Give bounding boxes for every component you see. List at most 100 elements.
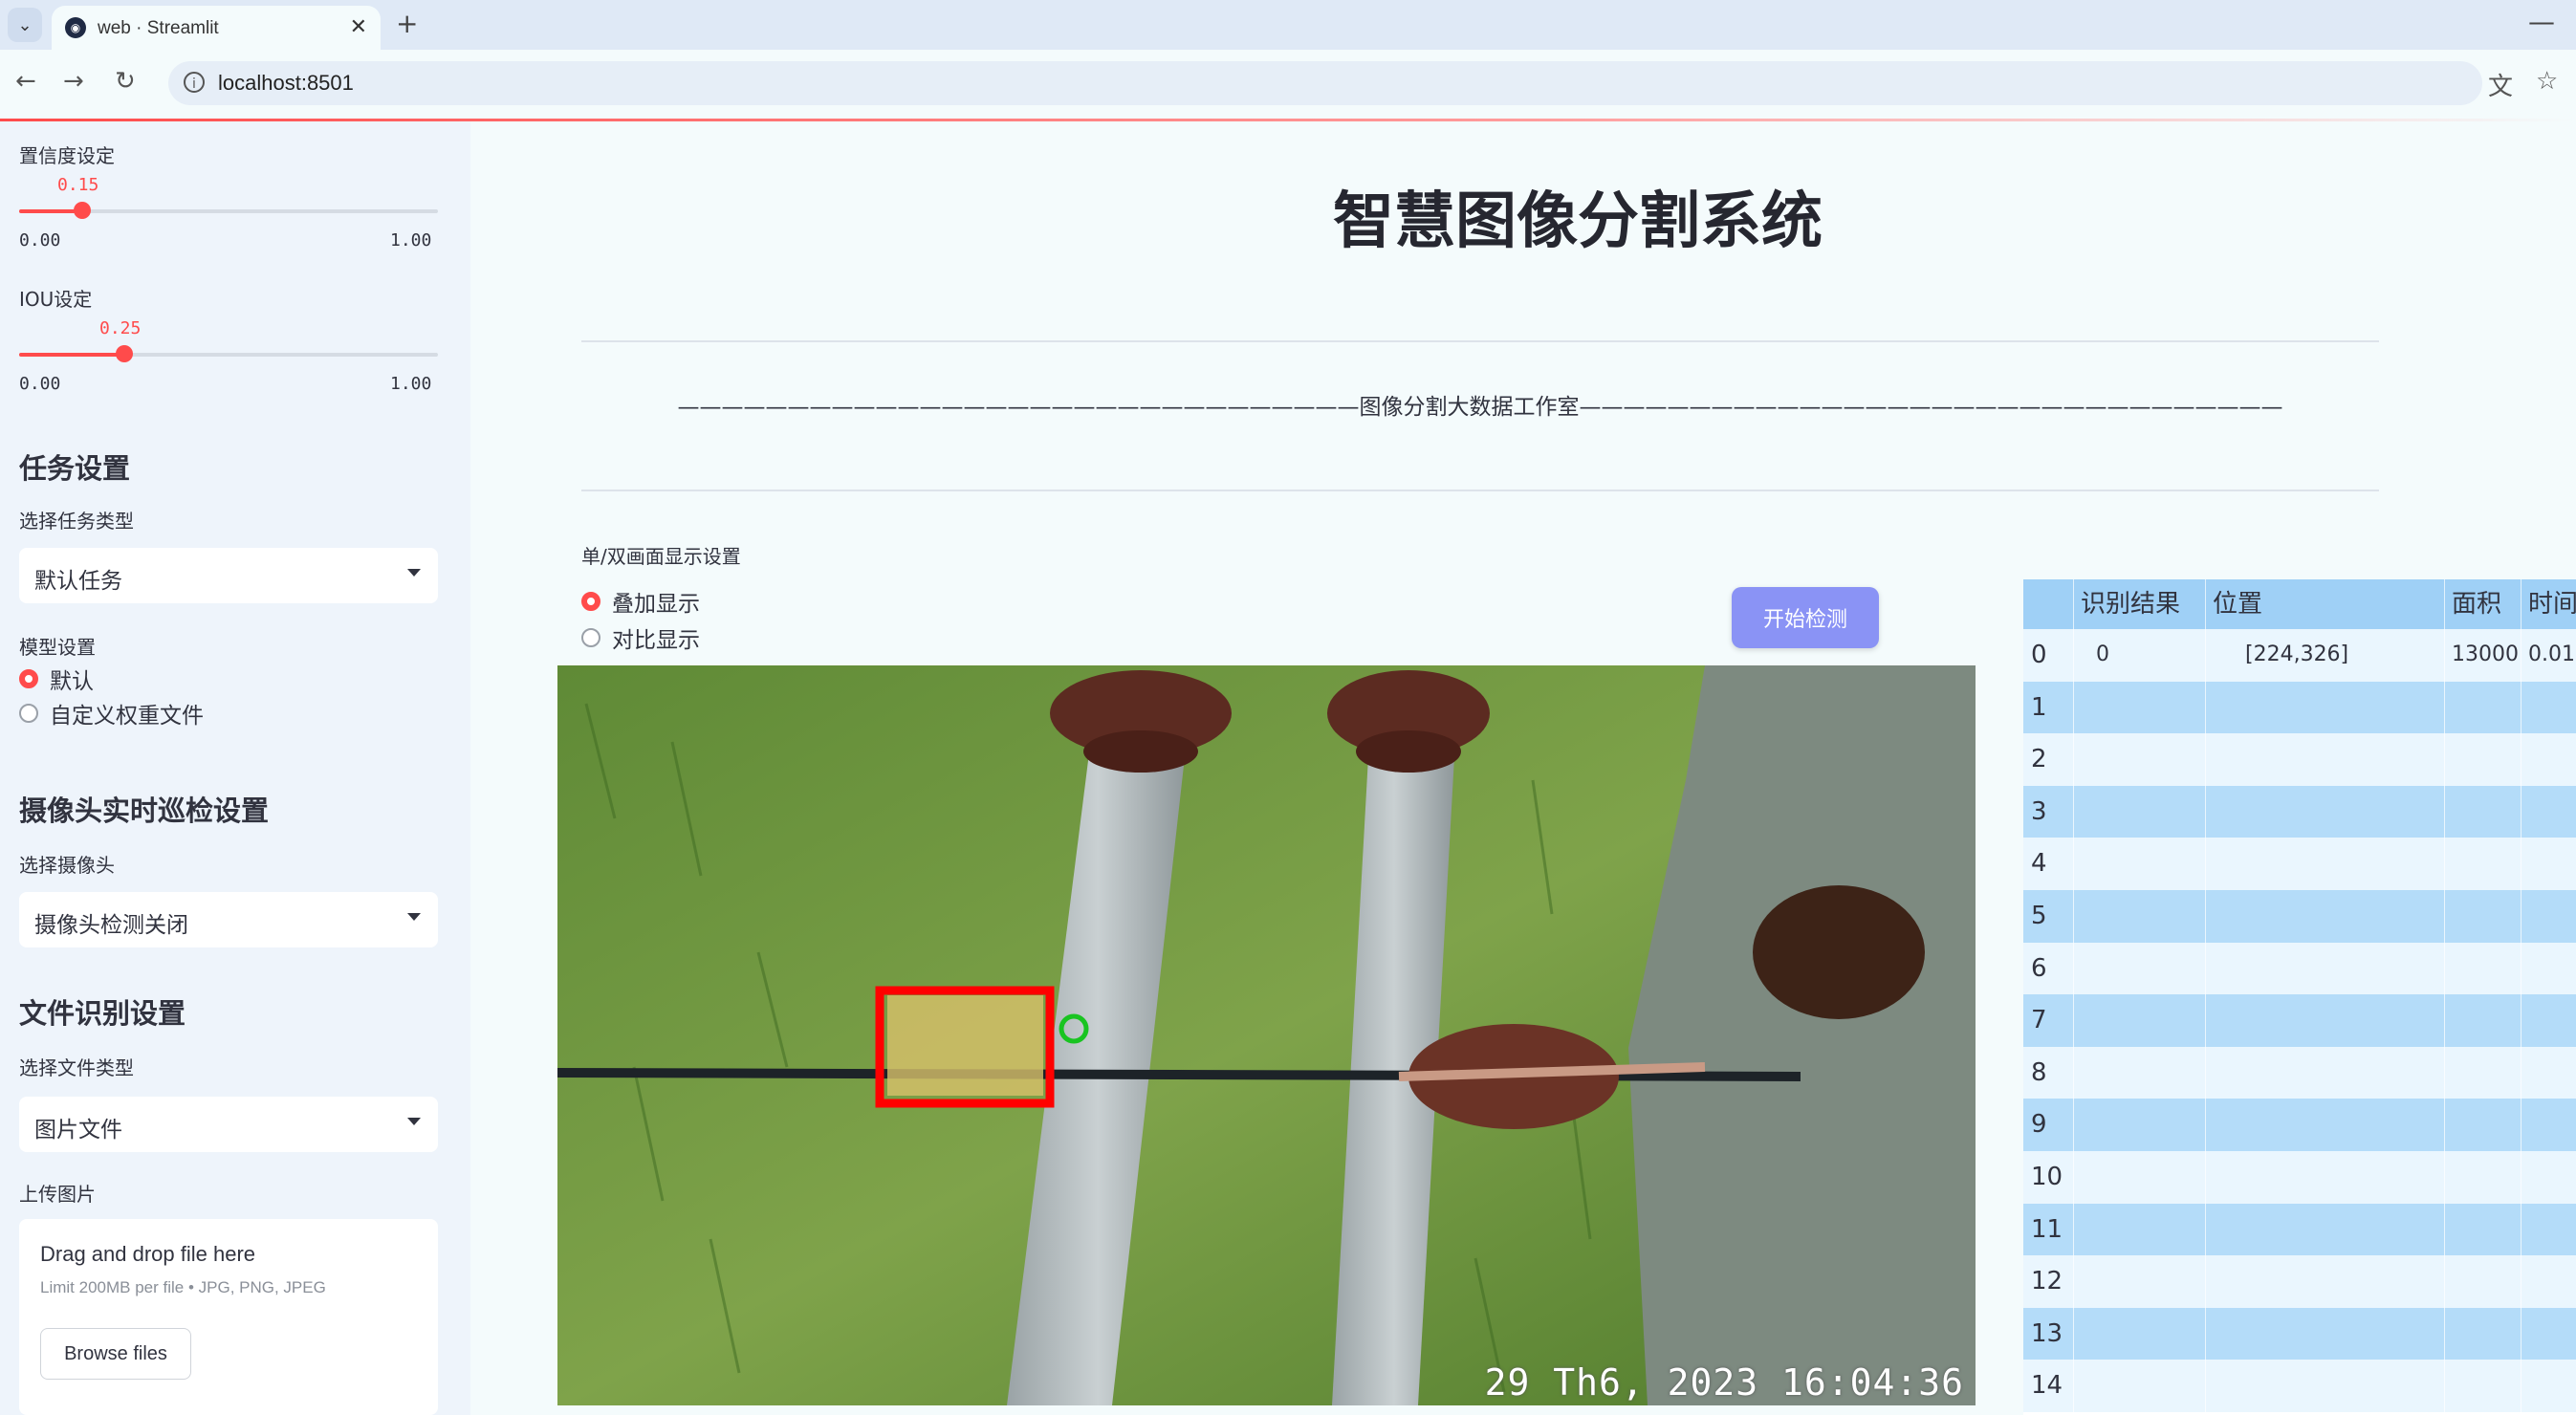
row-index: 3: [2031, 796, 2047, 826]
display-mode-label: 单/双画面显示设置: [581, 545, 741, 568]
divider-top: [581, 340, 2379, 342]
table-row[interactable]: 10: [2023, 1151, 2576, 1204]
table-header-position[interactable]: 位置: [2205, 579, 2444, 629]
row-index: 11: [2031, 1214, 2063, 1244]
table-row[interactable]: 6: [2023, 942, 2576, 995]
back-icon[interactable]: ←: [15, 67, 36, 96]
new-tab-icon[interactable]: +: [396, 8, 418, 39]
browser-nav-bar: ← → ↻ i localhost:8501 文 ☆: [0, 50, 2576, 119]
column-divider: [2073, 579, 2074, 1415]
iou-value: 0.25: [99, 318, 142, 338]
translate-icon[interactable]: 文: [2488, 67, 2513, 102]
radio-selected-icon[interactable]: [19, 669, 38, 688]
results-table[interactable]: 识别结果 位置 面积 时间 0 0 [224,326] 13000 0.01 1…: [2023, 579, 2576, 1415]
iou-min: 0.00: [19, 374, 61, 394]
file-section-title: 文件识别设置: [19, 997, 186, 1030]
studio-banner: ———————————————————————————————图像分割大数据工作…: [677, 395, 2283, 420]
row-index: 7: [2031, 1006, 2047, 1035]
iou-slider[interactable]: [19, 345, 438, 362]
upload-image-label: 上传图片: [19, 1183, 96, 1206]
site-info-icon[interactable]: i: [184, 72, 205, 93]
forward-icon[interactable]: →: [63, 67, 84, 96]
table-row[interactable]: 3: [2023, 785, 2576, 838]
row-index: 0: [2031, 641, 2047, 669]
url-text[interactable]: localhost:8501: [218, 71, 354, 96]
radio-selected-icon[interactable]: [581, 592, 600, 611]
confidence-label: 置信度设定: [19, 144, 115, 167]
tab-title: web · Streamlit: [98, 18, 219, 38]
cell-time: 0.01: [2528, 642, 2575, 666]
row-index: 4: [2031, 849, 2047, 879]
row-index: 2: [2031, 745, 2047, 774]
radio-unselected-icon[interactable]: [581, 628, 600, 647]
table-row[interactable]: 0 0 [224,326] 13000 0.01: [2023, 629, 2576, 682]
iou-label: IOU设定: [19, 288, 93, 311]
model-settings-label: 模型设置: [19, 636, 96, 659]
task-type-label: 选择任务类型: [19, 510, 134, 533]
table-row[interactable]: 13: [2023, 1307, 2576, 1361]
task-section-title: 任务设置: [19, 452, 131, 485]
chevron-down-icon: [407, 1118, 421, 1125]
column-divider: [2444, 579, 2445, 1415]
row-index: 8: [2031, 1057, 2047, 1087]
camera-select-label: 选择摄像头: [19, 854, 115, 877]
chevron-down-icon: [407, 913, 421, 921]
model-option-default[interactable]: 默认: [19, 664, 94, 694]
sidebar: 置信度设定 0.15 0.00 1.00 IOU设定 0.25 0.00 1.0…: [0, 121, 470, 1415]
task-type-select[interactable]: 默认任务: [19, 548, 438, 603]
row-index: 9: [2031, 1110, 2047, 1140]
table-header-time[interactable]: 时间: [2521, 579, 2576, 629]
scene-illustration: [557, 665, 1976, 1405]
iou-slider-fill: [19, 353, 124, 357]
table-row[interactable]: 11: [2023, 1203, 2576, 1256]
camera-select[interactable]: 摄像头检测关闭: [19, 892, 438, 947]
row-index: 13: [2031, 1318, 2063, 1348]
tab-list-dropdown-icon[interactable]: ⌄: [8, 8, 42, 42]
confidence-slider-thumb[interactable]: [74, 202, 91, 219]
task-type-selected: 默认任务: [34, 569, 122, 594]
display-option-overlay[interactable]: 叠加显示: [581, 587, 700, 617]
file-type-select[interactable]: 图片文件: [19, 1097, 438, 1152]
bookmark-star-icon[interactable]: ☆: [2536, 67, 2558, 96]
browser-tab-bar: ⌄ ◉ web · Streamlit ✕ + —: [0, 0, 2576, 50]
close-tab-icon[interactable]: ✕: [350, 15, 367, 39]
table-row[interactable]: 8: [2023, 1046, 2576, 1099]
row-index: 10: [2031, 1163, 2063, 1191]
start-detection-button[interactable]: 开始检测: [1732, 587, 1879, 648]
file-type-selected: 图片文件: [34, 1118, 122, 1143]
table-row[interactable]: 1: [2023, 681, 2576, 734]
table-index-header: [2023, 579, 2073, 629]
model-option-default-label: 默认: [50, 669, 94, 694]
reload-icon[interactable]: ↻: [115, 67, 136, 96]
minimize-window-icon[interactable]: —: [2528, 6, 2555, 37]
table-header-area[interactable]: 面积: [2444, 579, 2521, 629]
radio-unselected-icon[interactable]: [19, 704, 38, 723]
table-row[interactable]: 14: [2023, 1360, 2576, 1412]
table-header-result[interactable]: 识别结果: [2073, 579, 2205, 629]
streamlit-favicon-icon: ◉: [65, 17, 86, 38]
confidence-min: 0.00: [19, 230, 61, 250]
table-row[interactable]: 2: [2023, 733, 2576, 786]
dropzone-limit-text: Limit 200MB per file • JPG, PNG, JPEG: [40, 1278, 326, 1296]
row-index: 6: [2031, 953, 2047, 983]
display-option-compare[interactable]: 对比显示: [581, 623, 700, 653]
table-row[interactable]: 9: [2023, 1099, 2576, 1151]
camera-selected: 摄像头检测关闭: [34, 913, 188, 938]
row-index: 1: [2031, 692, 2047, 722]
image-timestamp: 29 Th6, 2023 16:04:36: [1484, 1361, 1964, 1404]
iou-max: 1.00: [390, 374, 432, 394]
browser-tab[interactable]: ◉ web · Streamlit ✕: [52, 6, 381, 50]
page-title: 智慧图像分割系统: [1333, 186, 1823, 257]
file-dropzone[interactable]: Drag and drop file here Limit 200MB per …: [19, 1219, 438, 1415]
table-row[interactable]: 5: [2023, 890, 2576, 943]
table-row[interactable]: 4: [2023, 838, 2576, 890]
confidence-slider[interactable]: [19, 202, 438, 219]
display-option-compare-label: 对比显示: [612, 628, 700, 653]
model-option-custom[interactable]: 自定义权重文件: [19, 699, 204, 729]
divider-bottom: [581, 490, 2379, 491]
iou-slider-thumb[interactable]: [116, 345, 133, 362]
table-row[interactable]: 7: [2023, 994, 2576, 1047]
browse-files-button[interactable]: Browse files: [40, 1328, 191, 1380]
address-bar[interactable]: i localhost:8501: [168, 61, 2482, 105]
table-row[interactable]: 12: [2023, 1255, 2576, 1308]
